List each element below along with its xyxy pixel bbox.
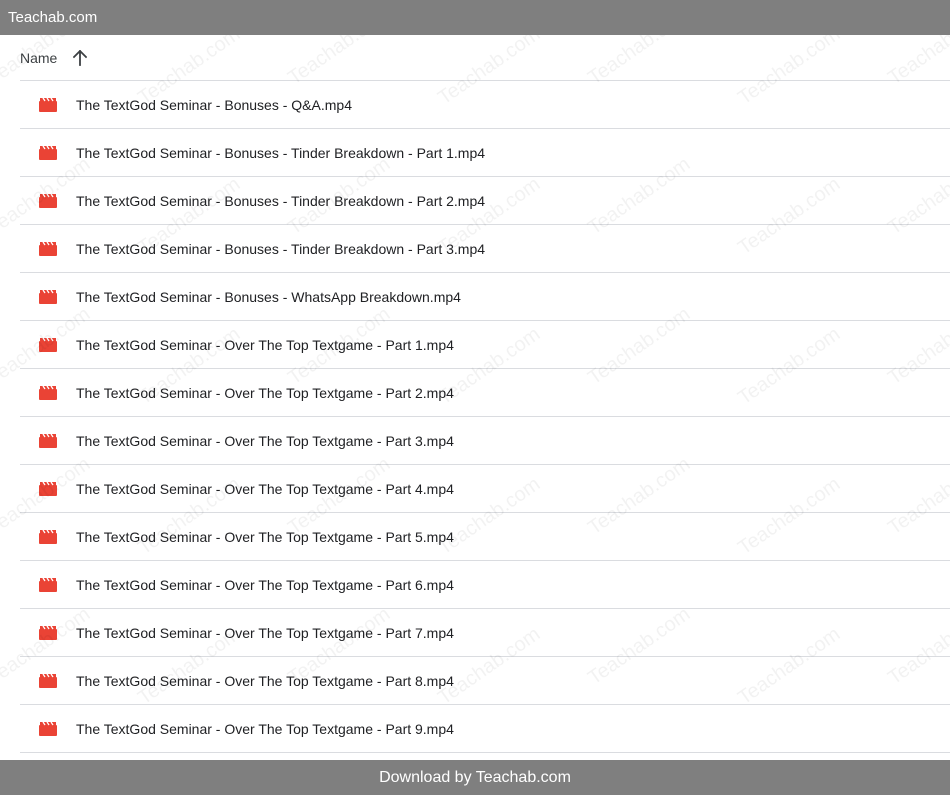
file-row[interactable]: The TextGod Seminar - Bonuses - Tinder B… [20, 177, 950, 225]
file-row[interactable]: The TextGod Seminar - Over The Top Textg… [20, 465, 950, 513]
video-file-icon [39, 625, 57, 640]
video-file-icon [39, 481, 57, 496]
file-name: The TextGod Seminar - Over The Top Textg… [76, 528, 454, 545]
file-name: The TextGod Seminar - Bonuses - WhatsApp… [76, 288, 461, 305]
file-name: The TextGod Seminar - Over The Top Textg… [76, 480, 454, 497]
site-title-bar: Teachab.com [0, 0, 950, 35]
footer-text: Download by Teachab.com [379, 769, 571, 786]
video-file-icon [39, 145, 57, 160]
file-row[interactable]: The TextGod Seminar - Over The Top Textg… [20, 513, 950, 561]
video-file-icon [39, 577, 57, 592]
video-file-icon [39, 673, 57, 688]
file-name: The TextGod Seminar - Over The Top Textg… [76, 624, 454, 641]
name-column-header[interactable]: Name [20, 50, 57, 66]
file-rows: The TextGod Seminar - Bonuses - Q&A.mp4 T… [20, 81, 950, 753]
arrow-up-icon[interactable] [71, 49, 89, 67]
file-row[interactable]: The TextGod Seminar - Over The Top Textg… [20, 609, 950, 657]
file-name: The TextGod Seminar - Over The Top Textg… [76, 576, 454, 593]
file-listing: Name The TextGod Seminar - Bonuses - Q&A… [0, 35, 950, 760]
video-file-icon [39, 241, 57, 256]
file-name: The TextGod Seminar - Bonuses - Q&A.mp4 [76, 96, 352, 113]
file-row[interactable]: The TextGod Seminar - Bonuses - Tinder B… [20, 225, 950, 273]
site-title: Teachab.com [8, 9, 98, 26]
video-file-icon [39, 385, 57, 400]
video-file-icon [39, 337, 57, 352]
video-file-icon [39, 97, 57, 112]
file-name: The TextGod Seminar - Bonuses - Tinder B… [76, 240, 486, 257]
file-row[interactable]: The TextGod Seminar - Bonuses - Q&A.mp4 [20, 81, 950, 129]
file-name: The TextGod Seminar - Bonuses - Tinder B… [76, 144, 486, 161]
file-row[interactable]: The TextGod Seminar - Over The Top Textg… [20, 369, 950, 417]
file-row[interactable]: The TextGod Seminar - Over The Top Textg… [20, 417, 950, 465]
video-file-icon [39, 721, 57, 736]
video-file-icon [39, 433, 57, 448]
video-file-icon [39, 193, 57, 208]
file-name: The TextGod Seminar - Bonuses - Tinder B… [76, 192, 486, 209]
list-header: Name [20, 35, 950, 81]
file-row[interactable]: The TextGod Seminar - Over The Top Textg… [20, 705, 950, 753]
file-name: The TextGod Seminar - Over The Top Textg… [76, 672, 454, 689]
file-name: The TextGod Seminar - Over The Top Textg… [76, 432, 454, 449]
file-row[interactable]: The TextGod Seminar - Bonuses - WhatsApp… [20, 273, 950, 321]
file-row[interactable]: The TextGod Seminar - Bonuses - Tinder B… [20, 129, 950, 177]
file-row[interactable]: The TextGod Seminar - Over The Top Textg… [20, 657, 950, 705]
video-file-icon [39, 289, 57, 304]
file-name: The TextGod Seminar - Over The Top Textg… [76, 384, 454, 401]
file-name: The TextGod Seminar - Over The Top Textg… [76, 336, 454, 353]
file-row[interactable]: The TextGod Seminar - Over The Top Textg… [20, 321, 950, 369]
video-file-icon [39, 529, 57, 544]
file-row[interactable]: The TextGod Seminar - Over The Top Textg… [20, 561, 950, 609]
file-name: The TextGod Seminar - Over The Top Textg… [76, 720, 454, 737]
download-footer: Download by Teachab.com [0, 760, 950, 795]
